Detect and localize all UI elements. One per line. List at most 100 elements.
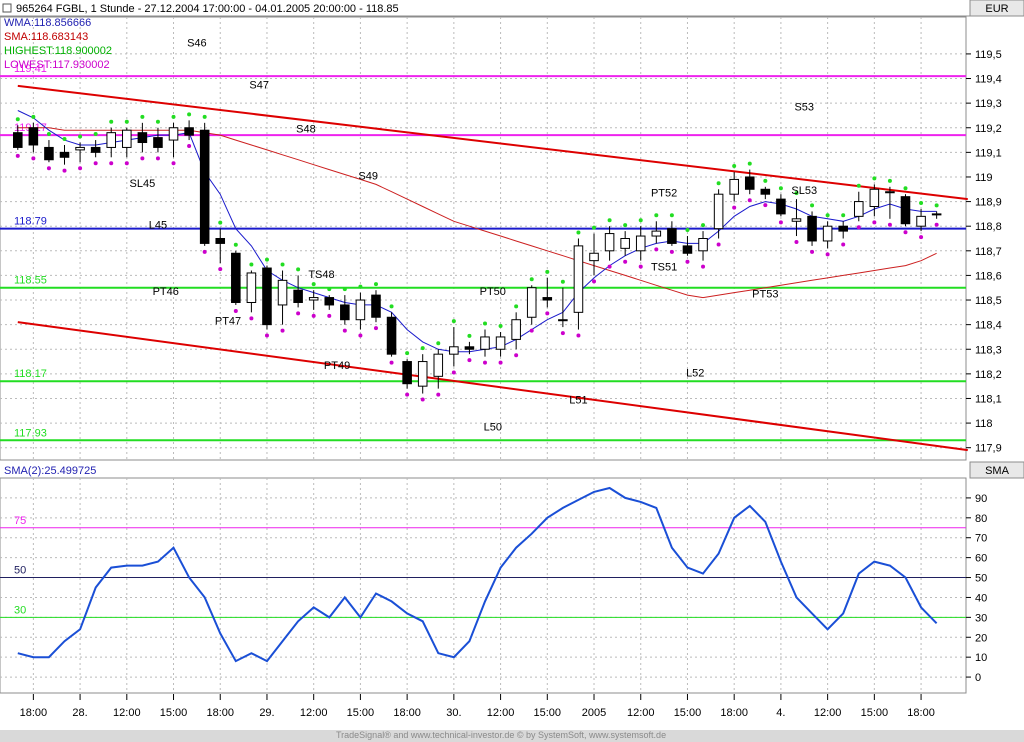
- osc-tick-label: 10: [975, 652, 987, 664]
- high-signal-dot: [93, 132, 98, 137]
- chart-background: [0, 0, 1024, 742]
- high-signal-dot: [202, 114, 207, 119]
- low-signal-dot: [810, 249, 815, 254]
- price-level-label: 118.55: [14, 275, 47, 287]
- high-signal-dot: [218, 220, 223, 225]
- candle-body: [262, 267, 272, 326]
- chart: EUR SMA 965264 FGBL, 1 Stunde - 27.12.20…: [0, 0, 1024, 742]
- price-tick-label: 118,4: [975, 320, 1002, 332]
- time-tick-label: 15:00: [160, 707, 188, 719]
- high-signal-dot: [389, 304, 394, 309]
- high-signal-dot: [78, 134, 83, 139]
- candle-body: [931, 213, 942, 216]
- time-tick-label: 15:00: [674, 707, 702, 719]
- time-tick-label: 12:00: [113, 707, 141, 719]
- low-signal-dot: [560, 331, 565, 336]
- high-signal-dot: [467, 333, 472, 338]
- signal-label: PT53: [752, 289, 778, 301]
- low-signal-dot: [483, 360, 487, 365]
- price-tick-label: 119,1: [975, 147, 1002, 159]
- high-signal-dot: [483, 321, 487, 326]
- time-tick-label: 12:00: [300, 707, 328, 719]
- candle-body: [620, 238, 630, 249]
- candle-body: [885, 191, 895, 194]
- low-signal-dot: [654, 247, 659, 252]
- time-tick-label: 18:00: [20, 707, 48, 719]
- candle-body: [184, 127, 194, 136]
- legend-highest: HIGHEST:118.900002: [4, 45, 112, 57]
- osc-tick-label: 40: [975, 592, 987, 604]
- high-signal-dot: [529, 277, 534, 282]
- high-signal-dot: [46, 132, 51, 137]
- signal-label: PT47: [215, 316, 241, 328]
- high-signal-dot: [264, 257, 269, 262]
- candle-body: [698, 238, 708, 252]
- candle-body: [28, 127, 39, 146]
- low-signal-dot: [311, 313, 316, 318]
- high-signal-dot: [373, 282, 378, 287]
- high-signal-dot: [763, 178, 768, 183]
- candle-body: [589, 252, 599, 262]
- osc-tick-label: 50: [975, 573, 987, 585]
- low-signal-dot: [763, 203, 768, 208]
- high-signal-dot: [592, 225, 597, 230]
- time-tick-label: 18:00: [206, 707, 234, 719]
- high-signal-dot: [124, 119, 129, 124]
- high-signal-dot: [778, 186, 783, 191]
- signal-label: S48: [296, 124, 316, 136]
- time-tick-label: 18:00: [393, 707, 421, 719]
- price-level-label: 118.17: [14, 368, 47, 380]
- high-signal-dot: [856, 183, 861, 188]
- high-signal-dot: [825, 213, 830, 218]
- high-signal-dot: [747, 161, 752, 166]
- high-signal-dot: [810, 203, 815, 208]
- high-signal-dot: [155, 119, 160, 124]
- candle-body: [402, 361, 412, 385]
- low-signal-dot: [623, 259, 628, 264]
- symbol-title: 965264 FGBL, 1 Stunde - 27.12.2004 17:00…: [16, 3, 399, 15]
- legend-lowest: LOWEST:117.930002: [4, 59, 110, 71]
- high-signal-dot: [342, 287, 347, 292]
- high-signal-dot: [623, 223, 628, 228]
- low-signal-dot: [171, 161, 176, 166]
- high-signal-dot: [685, 228, 690, 233]
- high-signal-dot: [934, 203, 939, 208]
- low-signal-dot: [93, 161, 98, 166]
- osc-level-label: 75: [14, 515, 26, 527]
- candle-body: [869, 188, 880, 208]
- candle-body: [308, 297, 319, 301]
- legend-wma: WMA:118.856666: [4, 17, 91, 29]
- price-tick-label: 118,5: [975, 295, 1002, 307]
- low-signal-dot: [841, 242, 846, 247]
- signal-label: SL53: [791, 185, 817, 197]
- high-signal-dot: [140, 114, 145, 119]
- low-signal-dot: [109, 161, 114, 166]
- low-signal-dot: [78, 166, 83, 171]
- low-signal-dot: [405, 392, 410, 397]
- osc-tick-label: 70: [975, 533, 987, 545]
- price-tick-label: 118,9: [975, 197, 1002, 209]
- high-signal-dot: [545, 269, 550, 274]
- low-signal-dot: [701, 264, 706, 269]
- high-signal-dot: [62, 136, 67, 141]
- low-signal-dot: [467, 358, 472, 363]
- low-signal-dot: [778, 220, 783, 225]
- low-signal-dot: [233, 308, 238, 313]
- low-signal-dot: [451, 370, 456, 375]
- signal-label: PT52: [651, 188, 677, 200]
- price-tick-label: 119,4: [975, 74, 1002, 86]
- candle-body: [682, 245, 693, 254]
- osc-tick-label: 60: [975, 553, 987, 565]
- price-tick-label: 119,2: [975, 123, 1002, 135]
- high-signal-dot: [233, 242, 238, 247]
- low-signal-dot: [514, 353, 519, 358]
- high-signal-dot: [249, 262, 254, 267]
- candle-body: [853, 201, 864, 217]
- high-signal-dot: [109, 119, 114, 124]
- candle-body: [838, 225, 848, 232]
- high-signal-dot: [607, 218, 612, 223]
- low-signal-dot: [249, 316, 254, 321]
- candle-body: [246, 272, 257, 303]
- candle-body: [495, 336, 506, 350]
- time-tick-label: 28.: [72, 707, 87, 719]
